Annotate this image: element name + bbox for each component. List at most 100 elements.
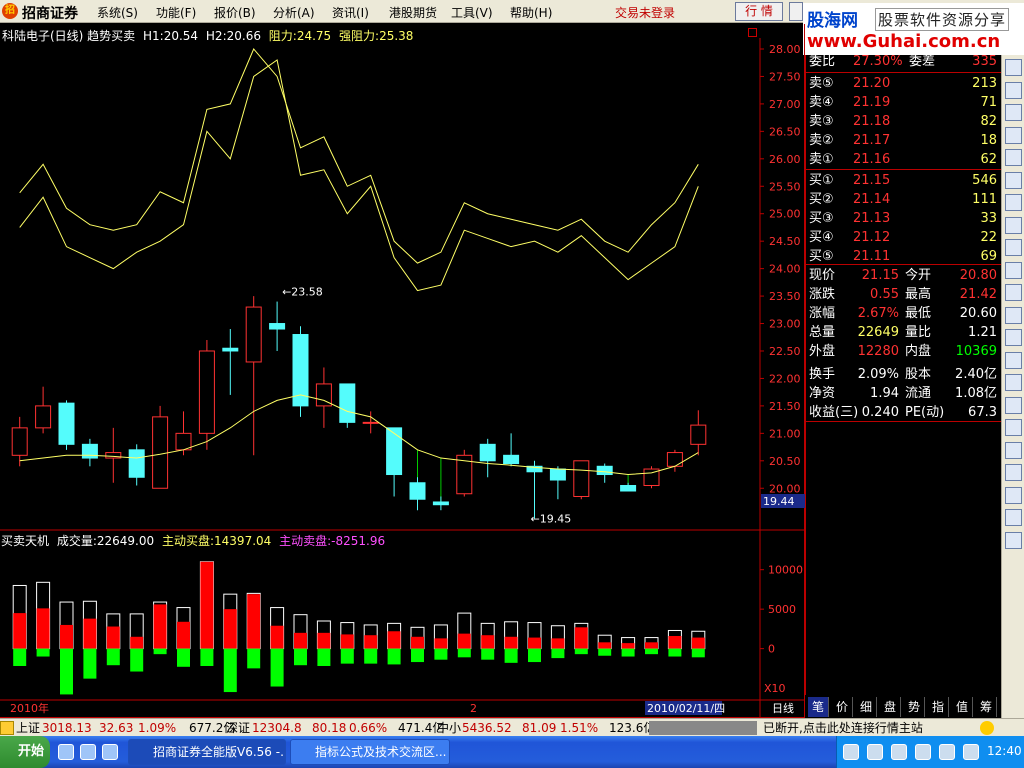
- candle[interactable]: [245, 306, 262, 363]
- stat-row[interactable]: 涨跌 0.55 最高 21.42: [809, 285, 1001, 304]
- candle[interactable]: [58, 402, 75, 445]
- candle[interactable]: [620, 485, 637, 492]
- sell-level-row[interactable]: 卖④ 21.19 71: [809, 93, 1001, 112]
- candle[interactable]: [222, 347, 239, 352]
- buy-level-row[interactable]: 买① 21.15 546: [809, 171, 1001, 190]
- detail-tab[interactable]: 值: [952, 697, 973, 717]
- trade-login-status[interactable]: 交易未登录: [615, 4, 675, 21]
- move-icon[interactable]: [1005, 486, 1022, 504]
- candle[interactable]: [152, 416, 169, 489]
- menu-analysis[interactable]: 分析(A): [273, 4, 315, 21]
- up-arrow-icon[interactable]: [1005, 509, 1022, 526]
- detail-tab[interactable]: 势: [904, 697, 925, 717]
- candle[interactable]: [175, 432, 192, 451]
- help-icon[interactable]: [867, 744, 883, 760]
- menu-function[interactable]: 功能(F): [156, 4, 196, 21]
- buy-level-row[interactable]: 买④ 21.12 22: [809, 228, 1001, 247]
- menu-hk-futures[interactable]: 港股期货: [389, 4, 437, 21]
- period-tab[interactable]: 日线: [772, 701, 794, 715]
- table-icon[interactable]: [1005, 194, 1022, 211]
- candle[interactable]: [11, 427, 28, 456]
- candle[interactable]: [269, 323, 286, 330]
- keyboard-icon[interactable]: [843, 744, 859, 760]
- sell-level-row[interactable]: 卖② 21.17 18: [809, 131, 1001, 150]
- candle[interactable]: [128, 449, 145, 478]
- detail-tab[interactable]: 细: [856, 697, 877, 717]
- rsi-icon[interactable]: [1005, 351, 1022, 369]
- menu-info[interactable]: 资讯(I): [332, 4, 369, 21]
- candle[interactable]: [479, 443, 496, 462]
- candle[interactable]: [386, 427, 403, 476]
- etf-icon[interactable]: [1005, 239, 1022, 256]
- cci-icon[interactable]: [1005, 396, 1022, 414]
- chart-panel[interactable]: 科陆电子(日线) 趋势买卖 H1:20.54 H2:20.66 阻力:24.75…: [0, 24, 805, 718]
- candle[interactable]: [409, 482, 426, 500]
- buy-level-row[interactable]: 买③ 21.13 33: [809, 209, 1001, 228]
- export-icon[interactable]: [1005, 464, 1022, 481]
- quote-button[interactable]: 行 情: [735, 2, 783, 21]
- ie-icon[interactable]: [58, 744, 74, 760]
- sell-level-row[interactable]: 卖③ 21.18 82: [809, 112, 1001, 131]
- trade-button[interactable]: [789, 2, 803, 21]
- menu-help[interactable]: 帮助(H): [510, 4, 552, 21]
- news-icon[interactable]: [1005, 171, 1022, 189]
- security-icon[interactable]: [963, 744, 979, 760]
- stat-row[interactable]: 收益(三) 0.240 PE(动) 67.3: [809, 403, 1001, 422]
- sell-level-row[interactable]: 卖⑤ 21.20 213: [809, 74, 1001, 93]
- menu-system[interactable]: 系统(S): [97, 4, 138, 21]
- media-icon[interactable]: [102, 744, 118, 760]
- menu-quote[interactable]: 报价(B): [214, 4, 256, 21]
- task-browser-window[interactable]: 指标公式及技术交流区...: [290, 739, 450, 765]
- import-icon[interactable]: [1005, 441, 1022, 459]
- stat-row[interactable]: 现价 21.15 今开 20.80: [809, 266, 1001, 285]
- doc-icon[interactable]: [1005, 216, 1022, 234]
- detail-tab[interactable]: 价: [832, 697, 853, 717]
- search-icon[interactable]: [1005, 419, 1022, 436]
- stat-row[interactable]: 总量 22649 量比 1.21: [809, 323, 1001, 342]
- chart-line-icon[interactable]: [1005, 59, 1022, 76]
- dollar-icon[interactable]: [1005, 284, 1022, 301]
- menu-tools[interactable]: 工具(V): [451, 4, 493, 21]
- kdj-icon[interactable]: [1005, 374, 1022, 391]
- task-app-window[interactable]: 招商证券全能版V6.56 -...: [128, 739, 286, 765]
- candle[interactable]: [666, 452, 683, 467]
- candle[interactable]: [690, 424, 707, 445]
- detail-tab[interactable]: 指: [928, 697, 949, 717]
- candle[interactable]: [549, 468, 566, 481]
- candle[interactable]: [198, 350, 215, 434]
- stat-row[interactable]: 外盘 12280 内盘 10369: [809, 342, 1001, 361]
- candle[interactable]: [339, 383, 356, 423]
- people-icon[interactable]: [1005, 261, 1022, 279]
- sz-label[interactable]: 深证: [226, 719, 250, 737]
- detail-tab[interactable]: 笔: [808, 697, 829, 717]
- candle[interactable]: [503, 454, 520, 465]
- stat-row[interactable]: 净资 1.94 流通 1.08亿: [809, 384, 1001, 403]
- chart-kline-icon[interactable]: [1005, 104, 1022, 121]
- zx-label[interactable]: 中小: [437, 719, 461, 737]
- connection-message[interactable]: 已断开,点击此处连接行情主站: [763, 719, 923, 737]
- list-icon[interactable]: [1005, 149, 1022, 166]
- detail-tab[interactable]: 盘: [880, 697, 901, 717]
- scroll-ticker[interactable]: [649, 721, 757, 735]
- volume-icon[interactable]: [939, 744, 955, 760]
- start-button[interactable]: 开始: [0, 736, 50, 768]
- candle[interactable]: [573, 460, 590, 497]
- macd-icon[interactable]: [1005, 329, 1022, 346]
- warning-icon[interactable]: [915, 744, 931, 760]
- grid-icon[interactable]: [1005, 126, 1022, 144]
- kline-chart[interactable]: 28.00 27.50 27.00 26.50 26.00 25.50 25.00 24.50…: [0, 24, 805, 718]
- candle[interactable]: [362, 421, 379, 424]
- detail-tab[interactable]: 筹: [976, 697, 997, 717]
- buy-level-row[interactable]: 买② 21.14 111: [809, 190, 1001, 209]
- line-icon[interactable]: [1005, 306, 1022, 324]
- sh-label[interactable]: 上证: [16, 719, 40, 737]
- candle[interactable]: [35, 405, 52, 429]
- candle[interactable]: [596, 465, 613, 476]
- candle[interactable]: [432, 501, 449, 506]
- network-icon[interactable]: [891, 744, 907, 760]
- down-arrow-icon[interactable]: [1005, 531, 1022, 549]
- stat-row[interactable]: 换手 2.09% 股本 2.40亿: [809, 365, 1001, 384]
- sell-level-row[interactable]: 卖① 21.16 62: [809, 150, 1001, 169]
- stat-row[interactable]: 涨幅 2.67% 最低 20.60: [809, 304, 1001, 323]
- folder-icon[interactable]: [80, 744, 96, 760]
